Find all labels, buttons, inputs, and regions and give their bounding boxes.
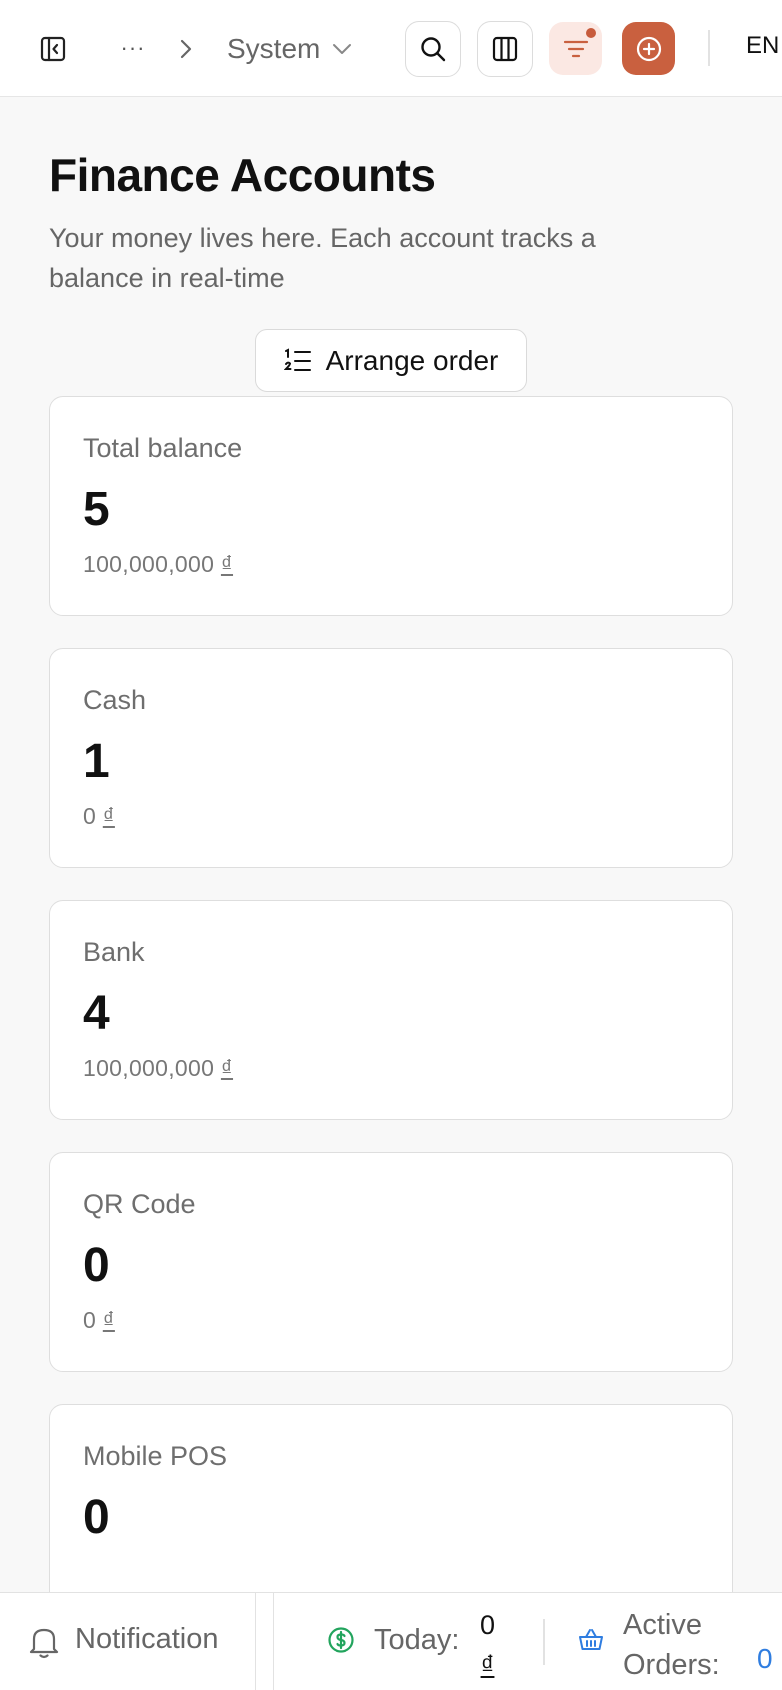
amount-value: 100,000,000 bbox=[83, 1055, 215, 1081]
filter-button[interactable] bbox=[549, 22, 602, 75]
top-bar: ··· System EN bbox=[0, 0, 782, 97]
search-button[interactable] bbox=[405, 21, 461, 77]
chevron-down-icon bbox=[333, 44, 352, 54]
add-button[interactable] bbox=[622, 22, 675, 75]
card-amount: 0 ₫ bbox=[83, 1307, 115, 1334]
language-switcher[interactable]: EN bbox=[746, 32, 779, 60]
amount-value: 0 bbox=[83, 1307, 97, 1333]
card-amount: 100,000,000 ₫ bbox=[83, 551, 233, 578]
active-orders-value[interactable]: 0 bbox=[757, 1643, 773, 1675]
bottombar-divider bbox=[273, 1593, 274, 1690]
bottombar-divider bbox=[255, 1593, 256, 1690]
main-content: Finance Accounts Your money lives here. … bbox=[0, 98, 782, 1592]
account-card-total-balance[interactable]: Total balance 5 100,000,000 ₫ bbox=[49, 396, 733, 616]
breadcrumb-current[interactable]: System bbox=[227, 29, 352, 69]
arrange-order-button[interactable]: Arrange order bbox=[255, 329, 527, 392]
card-count: 0 bbox=[83, 1239, 110, 1292]
card-count: 4 bbox=[83, 987, 110, 1040]
currency-symbol: ₫ bbox=[102, 1307, 115, 1333]
sidebar-toggle-icon[interactable] bbox=[36, 32, 70, 66]
currency-symbol: ₫ bbox=[102, 803, 115, 829]
today-value: 0 ₫ bbox=[480, 1605, 495, 1685]
filter-active-dot bbox=[586, 28, 596, 38]
filter-icon bbox=[563, 40, 588, 57]
arrange-order-label: Arrange order bbox=[325, 344, 499, 376]
bell-icon[interactable] bbox=[28, 1625, 60, 1659]
card-count: 1 bbox=[83, 735, 110, 788]
active-orders-label[interactable]: Active Orders: bbox=[623, 1605, 720, 1685]
currency-symbol: ₫ bbox=[220, 1055, 234, 1081]
card-label: Mobile POS bbox=[83, 1441, 228, 1471]
page-subtitle: Your money lives here. Each account trac… bbox=[49, 223, 596, 293]
active-orders-label-line1: Active bbox=[623, 1609, 702, 1641]
notification-label[interactable]: Notification bbox=[75, 1623, 218, 1656]
topbar-divider bbox=[708, 30, 710, 66]
card-label: Bank bbox=[83, 937, 145, 967]
today-label: Today: bbox=[374, 1624, 460, 1656]
bottom-status-bar: Notification Today: 0 ₫ Active Orders: 0 bbox=[0, 1592, 782, 1690]
dollar-circle-icon bbox=[328, 1627, 354, 1653]
card-count: 5 bbox=[83, 483, 110, 536]
card-amount: 100,000,000 ₫ bbox=[83, 1055, 233, 1082]
page-title: Finance Accounts bbox=[49, 149, 436, 201]
account-card-mobile-pos[interactable]: Mobile POS 0 bbox=[49, 1404, 733, 1592]
currency-symbol: ₫ bbox=[220, 551, 234, 577]
breadcrumb-label: System bbox=[227, 33, 321, 64]
columns-icon bbox=[492, 36, 518, 62]
active-orders-label-line2: Orders: bbox=[623, 1649, 720, 1681]
columns-button[interactable] bbox=[477, 21, 533, 77]
bottombar-divider bbox=[543, 1619, 545, 1665]
card-count: 0 bbox=[83, 1491, 110, 1544]
card-amount: 0 ₫ bbox=[83, 803, 115, 830]
chevron-right-icon bbox=[176, 34, 196, 64]
account-card-qr-code[interactable]: QR Code 0 0 ₫ bbox=[49, 1152, 733, 1372]
card-label: Total balance bbox=[83, 433, 243, 463]
ordered-list-icon bbox=[283, 347, 311, 371]
search-icon bbox=[421, 37, 446, 62]
card-label: Cash bbox=[83, 685, 147, 715]
add-circle-icon bbox=[636, 36, 661, 61]
amount-value: 0 bbox=[83, 803, 97, 829]
today-amount: 0 bbox=[480, 1610, 496, 1640]
amount-value: 100,000,000 bbox=[83, 551, 215, 577]
account-card-cash[interactable]: Cash 1 0 ₫ bbox=[49, 648, 733, 868]
today-currency: ₫ bbox=[480, 1650, 495, 1680]
card-label: QR Code bbox=[83, 1189, 196, 1219]
basket-icon bbox=[579, 1629, 603, 1650]
breadcrumb-ellipsis[interactable]: ··· bbox=[118, 28, 148, 68]
account-card-bank[interactable]: Bank 4 100,000,000 ₫ bbox=[49, 900, 733, 1120]
